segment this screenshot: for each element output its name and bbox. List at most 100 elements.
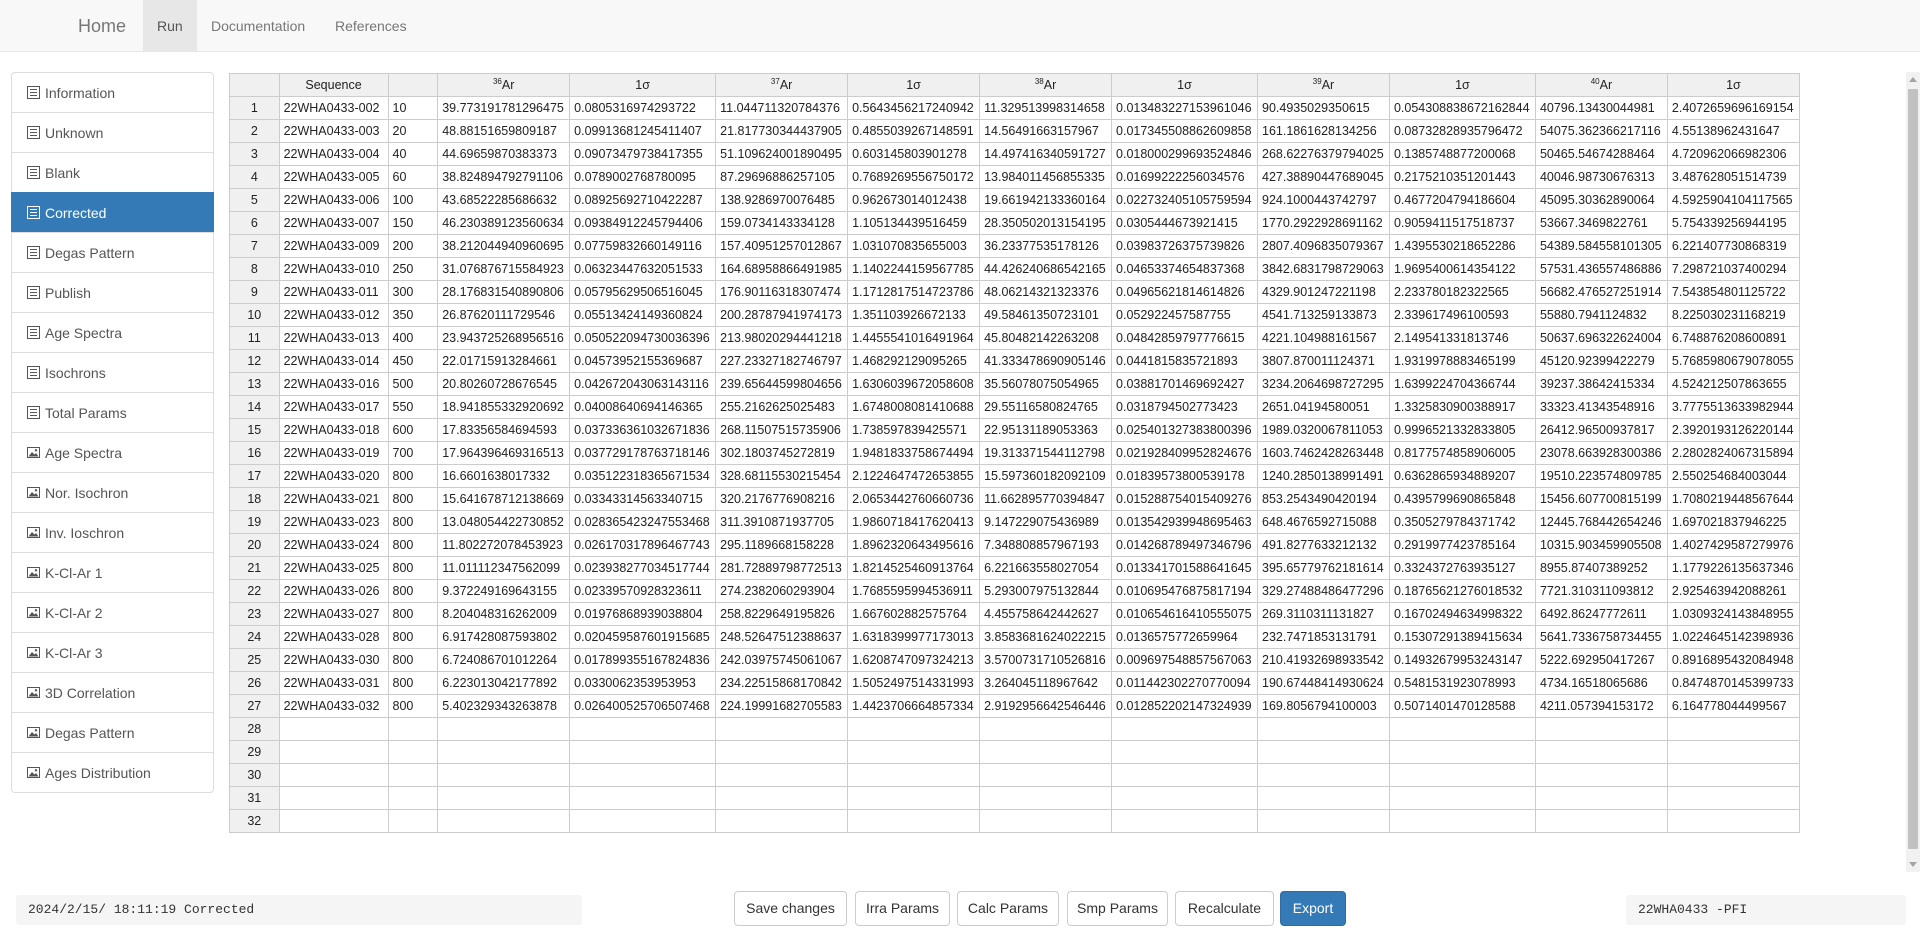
table-cell[interactable]: 6.748876208600891 — [1666, 326, 1800, 350]
table-cell[interactable]: 0.037336361032671836 — [569, 418, 717, 442]
row-number[interactable]: 16 — [229, 441, 280, 465]
table-cell[interactable]: 0.04842859797776615 — [1111, 326, 1258, 350]
scroll-down-arrow-icon[interactable] — [1909, 862, 1917, 867]
table-cell[interactable] — [278, 786, 389, 810]
table-cell[interactable]: 0.4677204794186604 — [1388, 188, 1536, 212]
table-cell[interactable]: 4221.104988161567 — [1257, 326, 1390, 350]
table-cell[interactable]: 21.817730344437905 — [715, 119, 849, 143]
table-cell[interactable] — [1666, 763, 1800, 787]
table-cell[interactable]: 0.028365423247553468 — [569, 510, 717, 534]
table-cell[interactable]: 35.56078075054965 — [979, 372, 1113, 396]
row-number[interactable]: 11 — [229, 326, 280, 350]
table-cell[interactable]: 0.06323447632051533 — [569, 257, 717, 281]
table-cell[interactable]: 0.017345508862609858 — [1111, 119, 1258, 143]
nav-home-link[interactable]: Home — [64, 0, 140, 52]
table-cell[interactable]: 1603.7462428263448 — [1257, 441, 1390, 465]
table-cell[interactable]: 0.09913681245411407 — [569, 119, 717, 143]
column-header[interactable]: 1σ — [1111, 73, 1258, 97]
table-cell[interactable]: 51.109624001890495 — [715, 142, 849, 166]
table-cell[interactable]: 0.4855039267148591 — [847, 119, 981, 143]
table-cell[interactable]: 1.4395530218652286 — [1388, 234, 1536, 258]
table-cell[interactable]: 5.754339256944195 — [1666, 211, 1800, 235]
table-cell[interactable]: 853.2543490420194 — [1257, 487, 1390, 511]
table-cell[interactable]: 0.09073479738417355 — [569, 142, 717, 166]
table-cell[interactable]: 22WHA0433-018 — [278, 418, 389, 442]
table-cell[interactable]: 1.9481833758674494 — [847, 441, 981, 465]
table-cell[interactable]: 800 — [387, 671, 439, 695]
table-cell[interactable] — [847, 809, 981, 833]
table-cell[interactable] — [569, 786, 717, 810]
row-number[interactable]: 30 — [229, 763, 280, 787]
table-cell[interactable]: 22.017159132846​61 — [437, 349, 571, 373]
table-cell[interactable]: 2.3920193126220144 — [1666, 418, 1800, 442]
table-cell[interactable]: 22WHA0433-019 — [278, 441, 389, 465]
table-cell[interactable] — [1388, 786, 1536, 810]
table-cell[interactable]: 39237.38642415334 — [1534, 372, 1668, 396]
table-cell[interactable]: 6.164778044499567 — [1666, 694, 1800, 718]
sidebar-item-blank[interactable]: Blank — [11, 152, 214, 193]
calc-params-button[interactable]: Calc Params — [957, 891, 1059, 926]
table-cell[interactable]: 40796.13430044981 — [1534, 96, 1668, 120]
table-cell[interactable]: 22WHA0433-020 — [278, 464, 389, 488]
table-cell[interactable] — [569, 763, 717, 787]
table-cell[interactable]: 800 — [387, 464, 439, 488]
sidebar-item-unknown[interactable]: Unknown — [11, 112, 214, 153]
table-cell[interactable]: 49.58461350723101 — [979, 303, 1113, 327]
table-cell[interactable]: 2.4072659696169154 — [1666, 96, 1800, 120]
table-cell[interactable]: 350 — [387, 303, 439, 327]
table-cell[interactable]: 0.6362865934889207 — [1388, 464, 1536, 488]
table-cell[interactable]: 239.65644599804656 — [715, 372, 849, 396]
table-cell[interactable]: 329.27488486477296 — [1257, 579, 1390, 603]
table-cell[interactable]: 14.56491663157967 — [979, 119, 1113, 143]
table-cell[interactable]: 17.83356584694593 — [437, 418, 571, 442]
table-cell[interactable]: 11.044711320784376 — [715, 96, 849, 120]
table-cell[interactable]: 0.16702494634998322 — [1388, 602, 1536, 626]
table-cell[interactable]: 427.38890447689045 — [1257, 165, 1390, 189]
table-cell[interactable]: 258.8229649195826 — [715, 602, 849, 626]
table-cell[interactable]: 23078.663928300386 — [1534, 441, 1668, 465]
table-cell[interactable]: 23.943725268956516 — [437, 326, 571, 350]
table-cell[interactable]: 22WHA0433-025 — [278, 556, 389, 580]
table-cell[interactable]: 800 — [387, 648, 439, 672]
table-cell[interactable] — [715, 786, 849, 810]
table-cell[interactable] — [979, 717, 1113, 741]
table-cell[interactable]: 1.667602882575764 — [847, 602, 981, 626]
table-cell[interactable]: 40046.98730676313 — [1534, 165, 1668, 189]
table-cell[interactable]: 11.802272078453923 — [437, 533, 571, 557]
table-cell[interactable]: 1.738597839425571 — [847, 418, 981, 442]
table-cell[interactable]: 0.010654616410555075 — [1111, 602, 1258, 626]
row-number[interactable]: 27 — [229, 694, 280, 718]
table-cell[interactable]: 200 — [387, 234, 439, 258]
recalculate-button[interactable]: Recalculate — [1175, 891, 1274, 926]
table-cell[interactable]: 0.018000299693524846 — [1111, 142, 1258, 166]
table-cell[interactable] — [1111, 786, 1258, 810]
table-cell[interactable]: 22WHA0433-021 — [278, 487, 389, 511]
table-cell[interactable]: 50465.54674288464 — [1534, 142, 1668, 166]
table-cell[interactable]: 0.4395799690865848 — [1388, 487, 1536, 511]
table-cell[interactable]: 161.1861628134256 — [1257, 119, 1390, 143]
table-cell[interactable]: 19.661942133360164 — [979, 188, 1113, 212]
table-cell[interactable]: 1.7685595994536911 — [847, 579, 981, 603]
table-cell[interactable] — [1257, 740, 1390, 764]
table-cell[interactable]: 11.011112347562099 — [437, 556, 571, 580]
table-cell[interactable]: 0.05513424149360824 — [569, 303, 717, 327]
sidebar-item-3d-correlation[interactable]: 3D Correlation — [11, 672, 214, 713]
table-cell[interactable]: 0.5481531923078993 — [1388, 671, 1536, 695]
table-cell[interactable]: 0.0805316974293722 — [569, 96, 717, 120]
row-number[interactable]: 14 — [229, 395, 280, 419]
table-cell[interactable]: 29.55116580824765 — [979, 395, 1113, 419]
table-cell[interactable]: 31.076876715584923 — [437, 257, 571, 281]
table-cell[interactable]: 0.962673014012438 — [847, 188, 981, 212]
sidebar-item-degas-pattern[interactable]: Degas Pattern — [11, 232, 214, 273]
table-cell[interactable] — [979, 809, 1113, 833]
table-cell[interactable]: 3.7775513633982944 — [1666, 395, 1800, 419]
table-cell[interactable]: 0.042672043063143116 — [569, 372, 717, 396]
table-cell[interactable] — [569, 717, 717, 741]
table-cell[interactable]: 4329.901247221198 — [1257, 280, 1390, 304]
table-cell[interactable]: 0.015288754015409276 — [1111, 487, 1258, 511]
table-cell[interactable] — [278, 763, 389, 787]
table-cell[interactable]: 0.15307291389415634 — [1388, 625, 1536, 649]
table-cell[interactable]: 8.225030231168219 — [1666, 303, 1800, 327]
row-number[interactable]: 9 — [229, 280, 280, 304]
table-cell[interactable]: 36.23377535178126 — [979, 234, 1113, 258]
